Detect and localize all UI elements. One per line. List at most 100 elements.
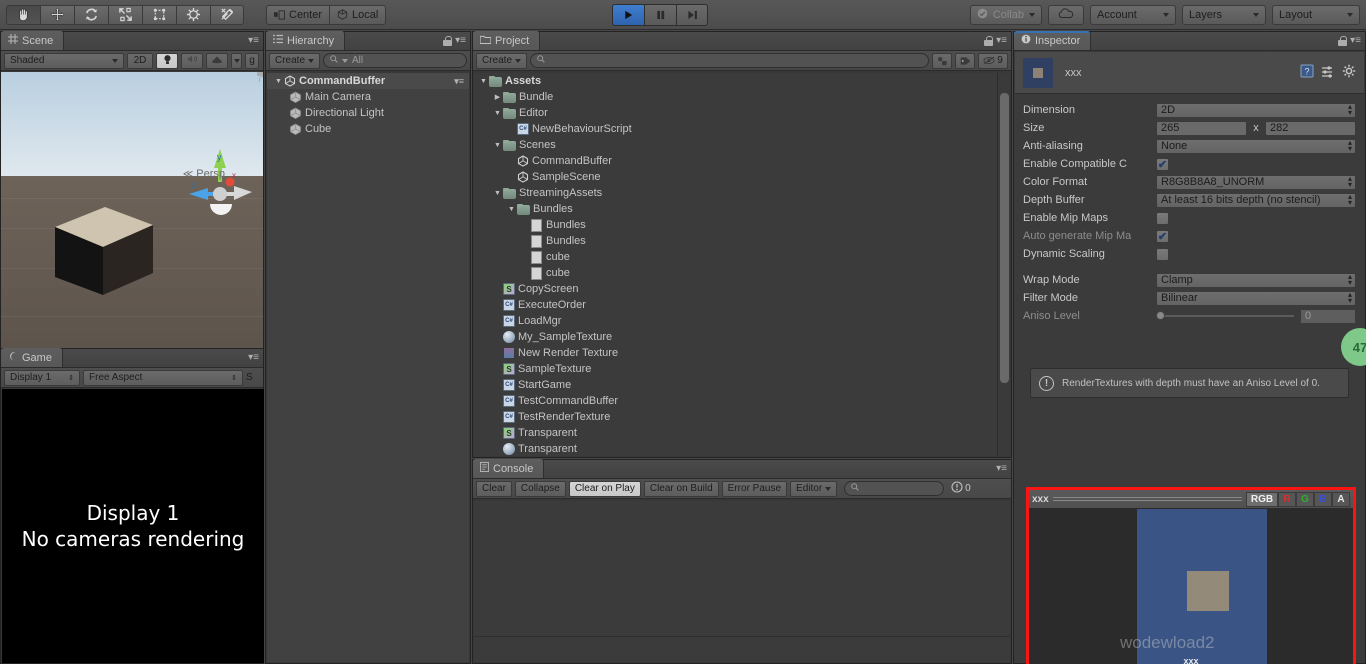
step-button[interactable] — [676, 4, 708, 26]
2d-toggle-button[interactable]: 2D — [127, 52, 153, 69]
game-tab-menu[interactable]: ▾≡ — [248, 352, 259, 363]
project-item[interactable]: ▶SampleScene — [474, 169, 997, 185]
filter-by-label-button[interactable] — [955, 52, 975, 69]
scale-tool-button[interactable] — [108, 4, 142, 25]
expand-arrow-icon[interactable]: ▶ — [492, 93, 503, 101]
lock-icon[interactable] — [984, 35, 994, 46]
collab-button[interactable]: Collab — [969, 5, 1042, 25]
hidden-packages-button[interactable]: 9 — [978, 52, 1008, 69]
property-dropdown[interactable]: None ▴ ▾ — [1156, 138, 1356, 154]
project-item[interactable]: ▶C#TestRenderTexture — [474, 409, 997, 425]
tab-console[interactable]: Console — [473, 459, 545, 478]
lock-icon[interactable] — [1338, 35, 1348, 46]
project-item[interactable]: ▼ StreamingAssets — [474, 185, 997, 201]
channel-rgb-button[interactable]: RGB — [1246, 491, 1278, 507]
project-item[interactable]: ▶C#StartGame — [474, 377, 997, 393]
console-collapse-button[interactable]: Collapse — [514, 480, 566, 497]
filter-by-type-button[interactable] — [932, 52, 952, 69]
console-log-area[interactable] — [474, 501, 1010, 662]
expand-arrow-icon[interactable]: ▼ — [492, 190, 503, 197]
project-item[interactable]: ▼ Editor — [474, 105, 997, 121]
project-item[interactable]: ▶New Render Texture — [474, 345, 997, 361]
hierarchy-item[interactable]: Main Camera — [267, 89, 469, 105]
console-search-input[interactable] — [844, 481, 945, 496]
scene-menu-icon[interactable]: ▾≡ — [454, 76, 464, 87]
expand-arrow-icon[interactable]: ▼ — [492, 142, 503, 149]
hierarchy-item[interactable]: Cube — [267, 121, 469, 137]
scene-viewport[interactable]: y z x ≪ Persp — [1, 72, 263, 348]
project-create-button[interactable]: Create — [476, 52, 528, 69]
tab-inspector[interactable]: Inspector — [1014, 31, 1092, 50]
cloud-button[interactable] — [1048, 5, 1084, 25]
project-item[interactable]: ▶Bundles — [474, 233, 997, 249]
console-divider[interactable] — [474, 636, 1010, 637]
hierarchy-scene-row[interactable]: ▼ CommandBuffer ▾≡ — [267, 73, 469, 89]
layout-dropdown[interactable]: Layout — [1272, 5, 1360, 25]
project-item[interactable]: ▶CommandBuffer — [474, 153, 997, 169]
hierarchy-tree[interactable]: ▼ CommandBuffer ▾≡ Main Camera Directiona… — [267, 73, 469, 662]
console-clear-button[interactable]: Clear — [476, 480, 512, 497]
hierarchy-create-button[interactable]: Create — [269, 52, 321, 69]
rotate-tool-button[interactable] — [74, 4, 108, 25]
menu-icon[interactable]: ▾≡ — [1350, 35, 1361, 46]
gear-icon[interactable] — [1342, 64, 1356, 81]
lock-icon[interactable] — [443, 35, 453, 46]
project-item[interactable]: ▶SCopyScreen — [474, 281, 997, 297]
layers-dropdown[interactable]: Layers — [1182, 5, 1266, 25]
slider-knob[interactable] — [1156, 311, 1165, 320]
transform-tool-button[interactable] — [176, 4, 210, 25]
aspect-dropdown[interactable]: Free Aspect ⇕ — [83, 369, 243, 386]
project-item[interactable]: ▶C#NewBehaviourScript — [474, 121, 997, 137]
project-scroll-thumb[interactable] — [1000, 93, 1009, 383]
gizmos-button[interactable]: g — [245, 52, 259, 69]
channel-g-button[interactable]: G — [1296, 491, 1314, 507]
pause-button[interactable] — [644, 4, 676, 26]
channel-a-button[interactable]: A — [1332, 491, 1350, 507]
project-item[interactable]: ▶cube — [474, 249, 997, 265]
console-clear-on-build-button[interactable]: Clear on Build — [643, 480, 719, 497]
channel-r-button[interactable]: R — [1278, 491, 1296, 507]
shading-mode-dropdown[interactable]: Shaded — [4, 52, 124, 69]
fx-toggle-button[interactable] — [206, 52, 228, 69]
collapse-arrow-icon[interactable]: ▼ — [273, 78, 284, 85]
hierarchy-item[interactable]: Directional Light — [267, 105, 469, 121]
project-item[interactable]: ▶cube — [474, 265, 997, 281]
project-item[interactable]: ▶C#ExecuteOrder — [474, 297, 997, 313]
project-item[interactable]: ▼ Scenes — [474, 137, 997, 153]
game-viewport[interactable]: Display 1 No cameras rendering — [2, 389, 264, 663]
project-item[interactable]: ▶C#LoadMgr — [474, 313, 997, 329]
property-width-input[interactable]: 265 — [1156, 120, 1247, 136]
help-icon[interactable]: ? — [1300, 64, 1314, 81]
property-checkbox[interactable] — [1156, 211, 1169, 225]
console-editor-dropdown[interactable]: Editor — [790, 480, 838, 497]
property-checkbox[interactable]: ✔ — [1156, 229, 1169, 243]
project-tree[interactable]: ▼ Assets▶ Bundle ▼ Editor ▶C#NewBehaviourScri… — [474, 73, 997, 456]
console-error-count[interactable]: 0 — [951, 481, 971, 496]
project-item[interactable]: ▶Transparent — [474, 441, 997, 456]
project-scrollbar[interactable] — [997, 73, 1010, 456]
project-item[interactable]: ▶C#TestCommandBuffer — [474, 393, 997, 409]
project-item[interactable]: ▼ Assets — [474, 73, 997, 89]
expand-arrow-icon[interactable]: ▼ — [478, 78, 489, 85]
channel-b-button[interactable]: B — [1314, 491, 1332, 507]
audio-toggle-button[interactable] — [181, 52, 203, 69]
tab-scene[interactable]: Scene — [1, 31, 65, 50]
scene-tab-menu[interactable]: ▾≡ — [248, 35, 259, 46]
project-item[interactable]: ▶My_SampleTexture — [474, 329, 997, 345]
menu-icon[interactable]: ▾≡ — [996, 35, 1007, 46]
project-item[interactable]: ▶SSampleTexture — [474, 361, 997, 377]
project-item[interactable]: ▼ Bundles — [474, 201, 997, 217]
menu-icon[interactable]: ▾≡ — [455, 35, 466, 46]
property-dropdown[interactable]: Bilinear ▴ ▾ — [1156, 290, 1356, 306]
scene-orientation-gizmo[interactable]: y z x — [184, 144, 256, 222]
inspector-tab-controls[interactable]: ▾≡ — [1338, 35, 1361, 46]
tab-project[interactable]: Project — [473, 31, 541, 50]
scene-cube-object[interactable] — [49, 195, 159, 300]
project-tab-controls[interactable]: ▾≡ — [984, 35, 1007, 46]
hierarchy-search-input[interactable]: All — [323, 53, 467, 68]
project-search-input[interactable] — [530, 53, 929, 68]
rect-tool-button[interactable] — [142, 4, 176, 25]
property-dropdown[interactable]: Clamp ▴ ▾ — [1156, 272, 1356, 288]
console-clear-on-play-button[interactable]: Clear on Play — [568, 480, 641, 497]
hand-tool-button[interactable] — [6, 4, 40, 25]
